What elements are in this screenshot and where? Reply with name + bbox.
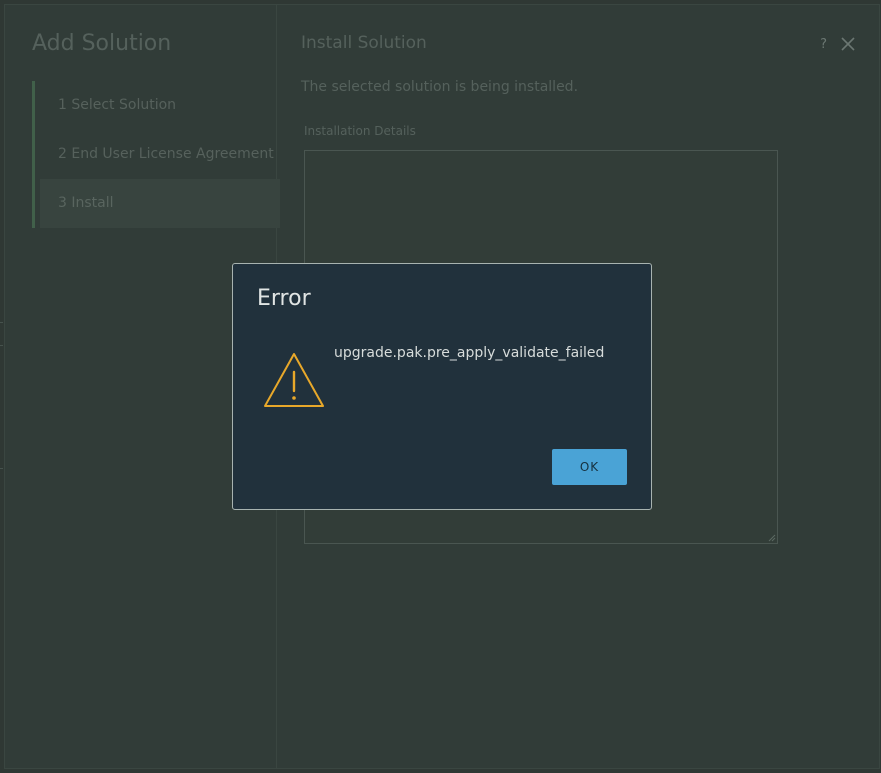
help-button[interactable]: ? [820, 37, 827, 52]
error-dialog: Error upgrade.pak.pre_apply_validate_fai… [232, 263, 652, 510]
error-message: upgrade.pak.pre_apply_validate_failed [334, 345, 605, 361]
resize-grip-icon[interactable] [768, 534, 776, 542]
installation-details-label: Installation Details [304, 124, 416, 138]
close-icon [841, 37, 855, 51]
step-install[interactable]: 3 Install [40, 179, 280, 228]
background-edge-mark [0, 345, 3, 346]
close-button[interactable] [839, 35, 857, 53]
wizard-title: Add Solution [32, 31, 172, 56]
background-edge-mark [0, 468, 3, 469]
ok-button[interactable]: OK [552, 449, 627, 485]
step-title: Install Solution [301, 33, 427, 53]
background-edge-mark [0, 322, 3, 323]
step-select-solution[interactable]: 1 Select Solution [35, 81, 280, 130]
step-eula[interactable]: 2 End User License Agreement [35, 130, 280, 179]
warning-triangle-icon [264, 353, 324, 407]
wizard-steps: 1 Select Solution 2 End User License Agr… [32, 81, 280, 228]
dialog-title: Error [257, 286, 311, 311]
step-description: The selected solution is being installed… [301, 79, 579, 95]
